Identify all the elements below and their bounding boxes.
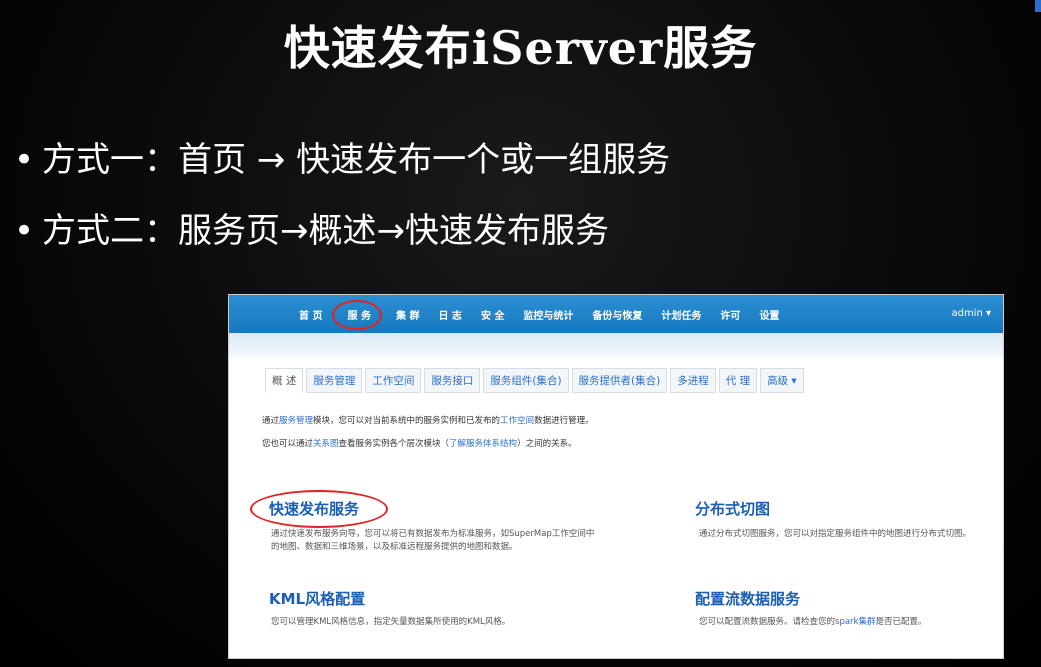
stream-desc-post: 是否已配置。 <box>875 617 927 627</box>
nav-item-scheduled-tasks[interactable]: 计划任务 <box>661 307 701 322</box>
stream-data-description: 您可以配置流数据服务。请检查您的spark集群是否已配置。 <box>699 616 999 629</box>
title-part-1: 快速发布 <box>283 21 472 75</box>
distributed-tiling-description: 通过分布式切图服务，您可以对指定服务组件中的地图进行分布式切图。 <box>699 529 972 539</box>
nav-item-license[interactable]: 许可 <box>720 307 740 322</box>
spark-cluster-link[interactable]: spark集群 <box>835 617 875 627</box>
overview-description-1: 通过服务管理模块，您可以对当前系统中的服务实例和已发布的工作空间数据进行管理。 <box>262 414 594 426</box>
bullet-2: • 方式二：服务页→概述→快速发布服务 <box>6 203 609 252</box>
kml-style-config-link[interactable]: KML风格配置 <box>269 588 365 609</box>
header-band <box>229 333 1003 357</box>
nav-item-monitoring[interactable]: 监控与统计 <box>523 307 573 322</box>
tab-service-management[interactable]: 服务管理 <box>306 368 363 393</box>
nav-item-cluster[interactable]: 集 群 <box>396 307 419 322</box>
bullet-2-text: 方式二：服务页→概述→快速发布服务 <box>42 211 609 251</box>
slide-title: 快速发布iServer服务 <box>0 12 1041 78</box>
bullet-dot: • <box>13 140 35 180</box>
desc2-mid: 查看服务实例各个层次模块（ <box>338 439 450 449</box>
desc2-post: ）之间的关系。 <box>517 439 577 449</box>
title-part-3: 服务 <box>663 21 758 75</box>
relationship-diagram-link[interactable]: 关系图 <box>313 439 339 449</box>
tab-advanced[interactable]: 高级 ▾ <box>760 368 804 393</box>
nav-item-logs[interactable]: 日 志 <box>438 307 461 322</box>
desc2-pre: 您也可以通过 <box>262 439 314 449</box>
bullet-dot: • <box>13 211 35 251</box>
overview-description-2: 您也可以通过关系图查看服务实例各个层次模块（了解服务体系结构）之间的关系。 <box>262 437 577 449</box>
tab-service-providers[interactable]: 服务提供者(集合) <box>571 368 668 393</box>
tab-service-interface[interactable]: 服务接口 <box>424 368 481 393</box>
top-navbar: 首 页 服 务 集 群 日 志 安 全 监控与统计 备份与恢复 计划任务 许可 … <box>229 295 1003 333</box>
distributed-tiling-link[interactable]: 分布式切图 <box>695 498 770 519</box>
desc1-pre: 通过 <box>262 416 280 426</box>
bullet-1: • 方式一：首页 → 快速发布一个或一组服务 <box>6 132 670 181</box>
bullet-1-text: 方式一：首页 → 快速发布一个或一组服务 <box>42 140 671 180</box>
tab-overview[interactable]: 概 述 <box>265 368 304 393</box>
desc1-post: 数据进行管理。 <box>534 416 594 426</box>
tab-proxy[interactable]: 代 理 <box>718 368 758 393</box>
user-menu[interactable]: admin ▾ <box>951 308 991 319</box>
title-part-2: iServer <box>471 21 664 75</box>
quick-publish-link[interactable]: 快速发布服务 <box>269 498 359 519</box>
service-management-link[interactable]: 服务管理 <box>279 416 313 426</box>
quick-publish-description: 通过快速发布服务向导，您可以将已有数据发布为标准服务，如SuperMap工作空间… <box>271 529 595 552</box>
stream-desc-pre: 您可以配置流数据服务。请检查您的 <box>699 617 836 627</box>
stream-data-service-link[interactable]: 配置流数据服务 <box>695 588 800 609</box>
tab-workspace[interactable]: 工作空间 <box>365 368 422 393</box>
nav-item-backup[interactable]: 备份与恢复 <box>592 307 642 322</box>
nav-item-security[interactable]: 安 全 <box>481 307 504 322</box>
kml-style-description: 您可以管理KML风格信息，指定矢量数据集所使用的KML风格。 <box>271 617 511 627</box>
nav-item-settings[interactable]: 设置 <box>759 307 779 322</box>
workspace-link[interactable]: 工作空间 <box>500 416 534 426</box>
iserver-screenshot: 首 页 服 务 集 群 日 志 安 全 监控与统计 备份与恢复 计划任务 许可 … <box>228 294 1004 659</box>
tab-multiprocess[interactable]: 多进程 <box>670 368 716 393</box>
service-architecture-link[interactable]: 了解服务体系结构 <box>449 439 517 449</box>
desc1-mid: 模块，您可以对当前系统中的服务实例和已发布的 <box>313 416 501 426</box>
tab-service-components[interactable]: 服务组件(集合) <box>483 368 569 393</box>
tab-bar: 概 述 服务管理 工作空间 服务接口 服务组件(集合) 服务提供者(集合) 多进… <box>265 368 807 393</box>
corner-accent <box>1035 0 1041 12</box>
nav-item-home[interactable]: 首 页 <box>299 307 322 322</box>
highlight-circle-services <box>332 300 382 330</box>
